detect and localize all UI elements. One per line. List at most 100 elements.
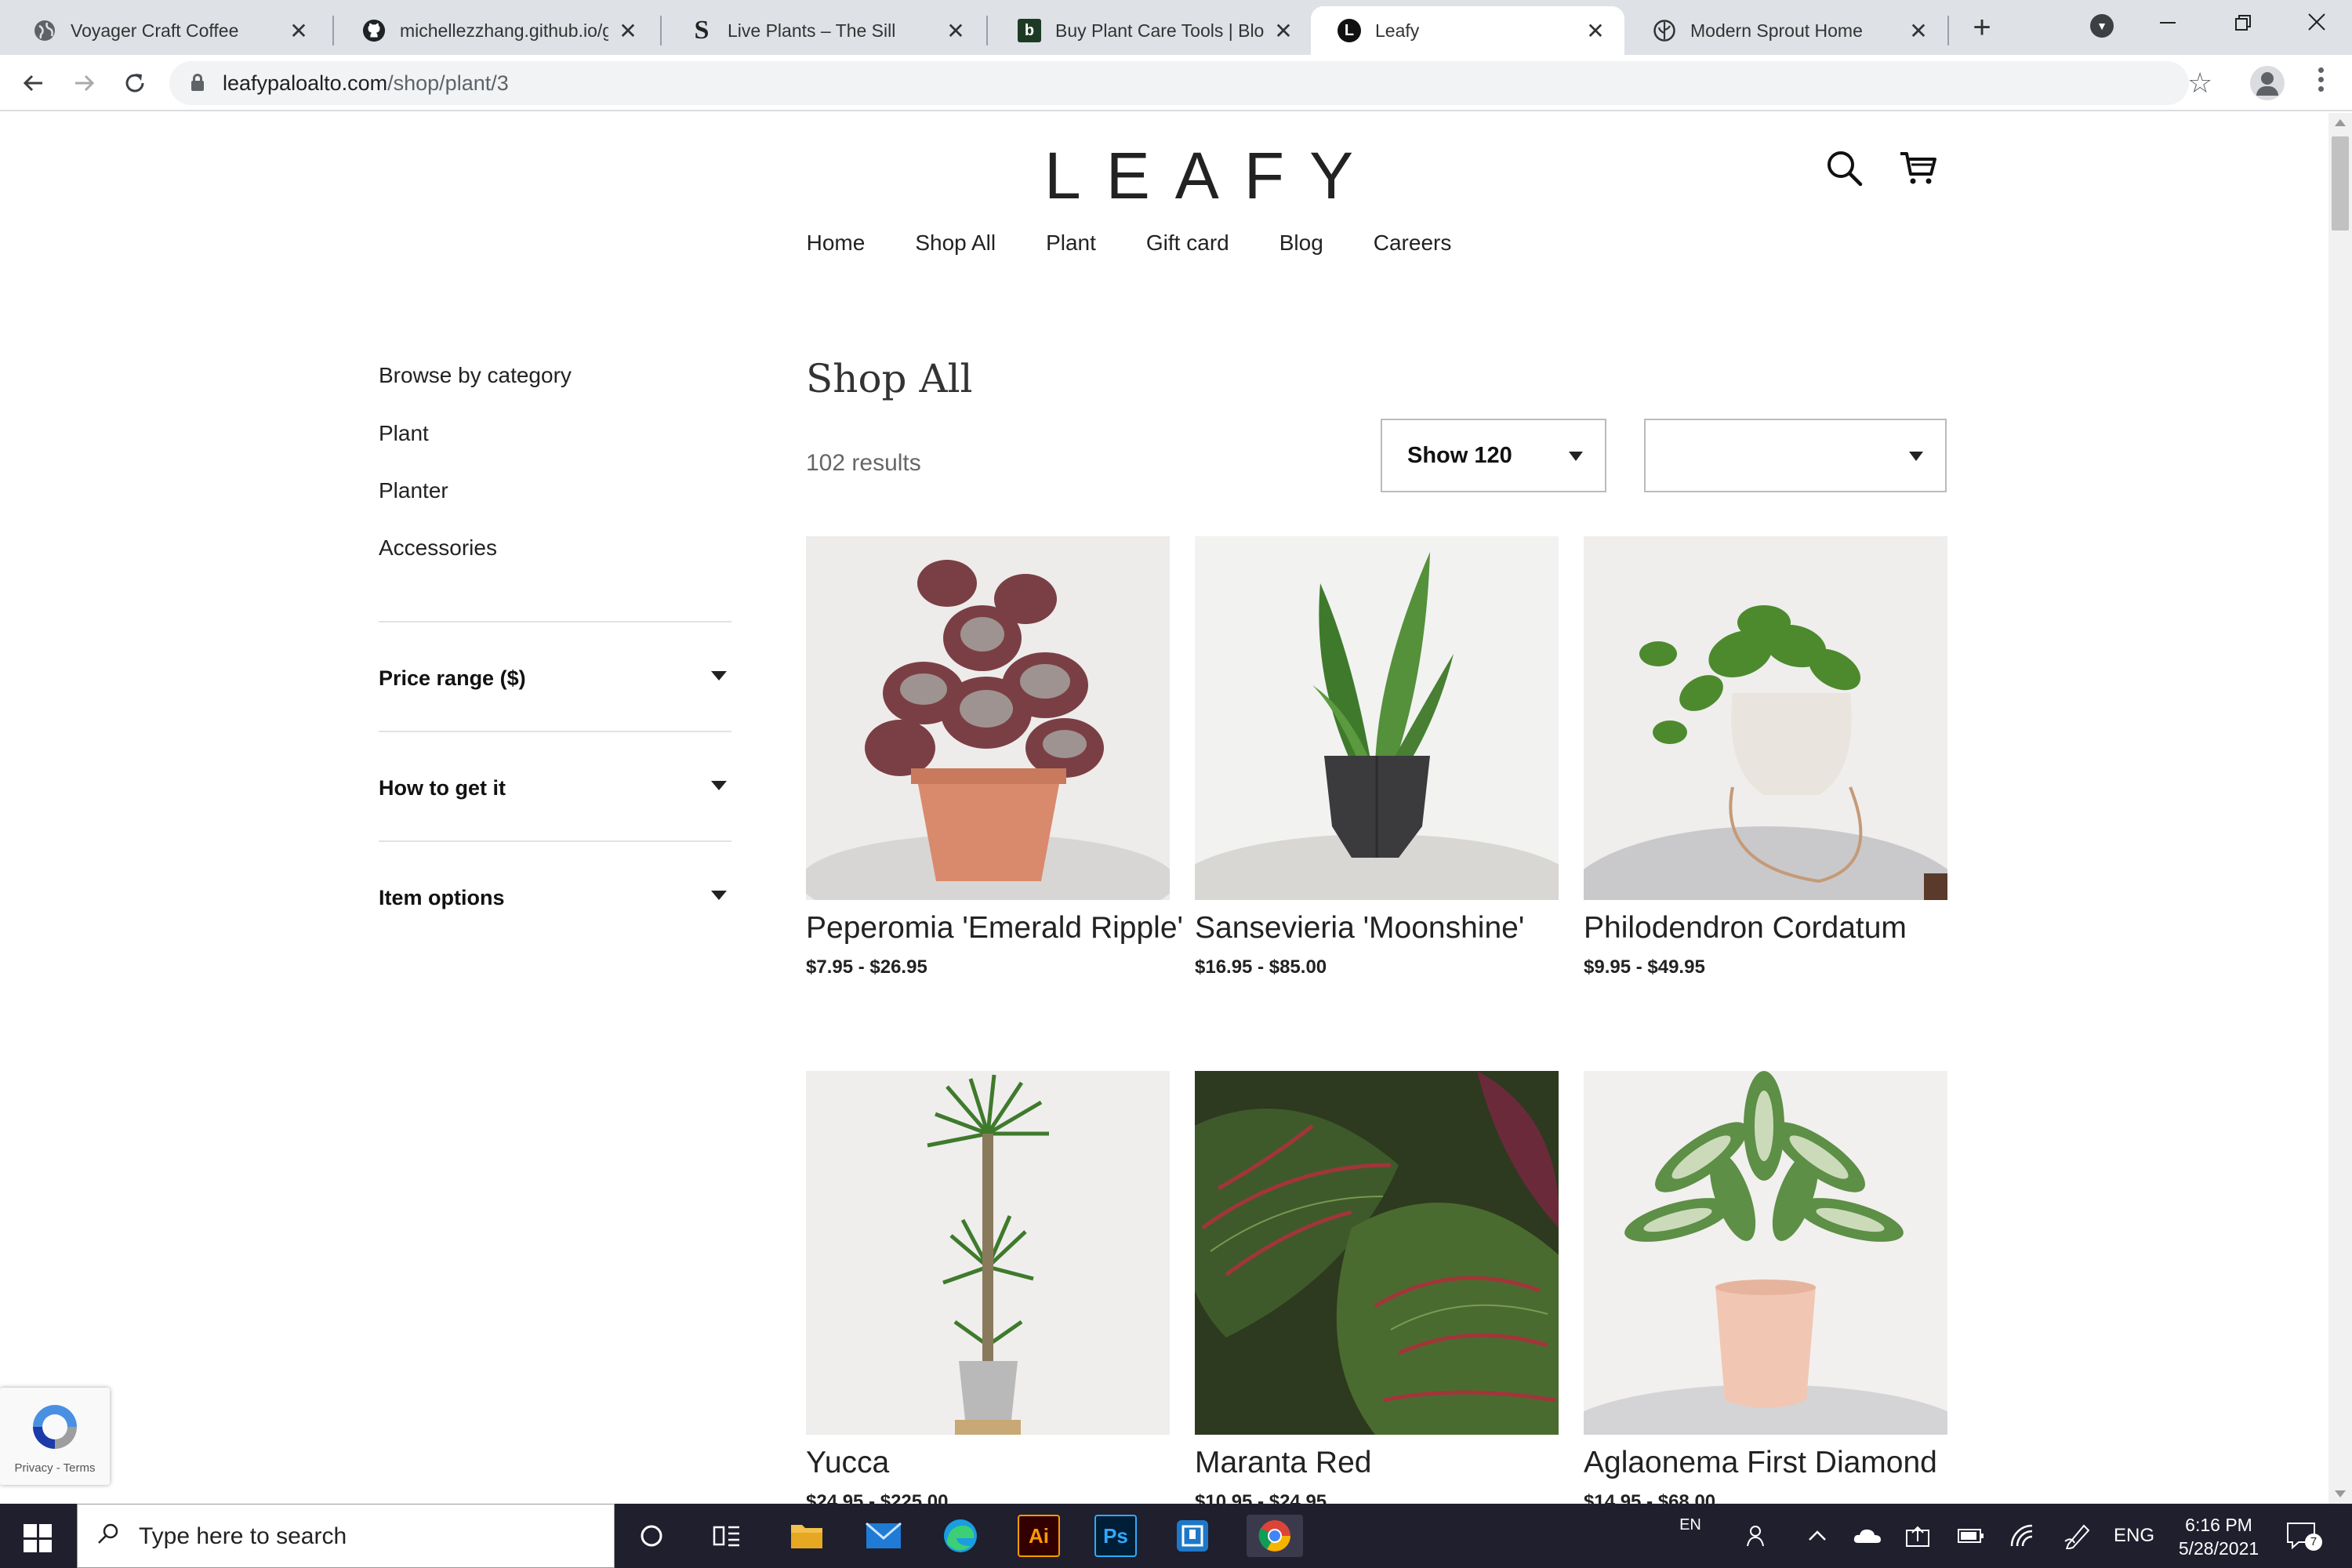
show-count-select[interactable]: Show 120 bbox=[1381, 419, 1606, 492]
onedrive-icon[interactable] bbox=[1852, 1504, 1883, 1568]
cart-icon[interactable] bbox=[1897, 147, 1940, 190]
scroll-down-icon[interactable] bbox=[2335, 1490, 2346, 1497]
product-image[interactable] bbox=[806, 1071, 1170, 1435]
tab-title: Live Plants – The Sill bbox=[728, 20, 896, 41]
clock-date: 5/28/2021 bbox=[2178, 1538, 2259, 1559]
close-icon[interactable]: ✕ bbox=[616, 18, 640, 44]
bloomscape-favicon: b bbox=[1018, 19, 1041, 42]
close-icon[interactable]: ✕ bbox=[287, 18, 310, 44]
product-card[interactable]: Maranta Red $10.95 - $24.95 bbox=[1195, 1071, 1559, 1504]
app-window-icon[interactable] bbox=[1171, 1515, 1214, 1557]
close-icon[interactable]: ✕ bbox=[944, 18, 967, 44]
reload-button[interactable] bbox=[116, 64, 154, 102]
taskbar-search-box[interactable]: Type here to search bbox=[77, 1504, 615, 1568]
product-name[interactable]: Yucca bbox=[806, 1443, 1170, 1483]
product-card[interactable]: Philodendron Cordatum $9.95 - $49.95 bbox=[1584, 536, 1947, 978]
url-text[interactable]: leafypaloalto.com/shop/plant/3 bbox=[223, 61, 509, 105]
input-lang-short[interactable]: EN bbox=[1675, 1493, 1706, 1557]
notifications-icon[interactable]: 7 bbox=[2278, 1504, 2325, 1568]
category-planter[interactable]: Planter bbox=[379, 479, 731, 503]
browser-tab[interactable]: michellezzhang.github.io/g ✕ bbox=[336, 6, 657, 55]
cortana-icon[interactable] bbox=[630, 1515, 673, 1557]
category-accessories[interactable]: Accessories bbox=[379, 536, 731, 560]
chrome-icon[interactable] bbox=[1247, 1515, 1303, 1557]
pen-icon[interactable] bbox=[2060, 1504, 2095, 1568]
menu-kebab-icon[interactable] bbox=[2313, 67, 2328, 99]
site-logo[interactable]: LEAFY bbox=[1019, 136, 1353, 215]
filter-how-to-get-it[interactable]: How to get it bbox=[379, 731, 731, 840]
product-card[interactable]: Peperomia 'Emerald Ripple' $7.95 - $26.9… bbox=[806, 536, 1183, 978]
illustrator-icon[interactable]: Ai bbox=[1018, 1515, 1060, 1557]
back-button[interactable] bbox=[14, 64, 52, 102]
new-tab-button[interactable]: + bbox=[1966, 8, 1998, 47]
product-card[interactable]: Sansevieria 'Moonshine' $16.95 - $85.00 bbox=[1195, 536, 1559, 978]
address-bar[interactable]: leafypaloalto.com/shop/plant/3 bbox=[169, 61, 2189, 105]
close-window-button[interactable] bbox=[2281, 3, 2352, 47]
profile-avatar-icon[interactable] bbox=[2250, 66, 2285, 100]
product-image[interactable] bbox=[1584, 1071, 1947, 1435]
product-name[interactable]: Maranta Red bbox=[1195, 1443, 1559, 1483]
close-icon[interactable]: ✕ bbox=[1272, 18, 1295, 44]
results-count: 102 results bbox=[806, 450, 921, 476]
browser-tab[interactable]: S Live Plants – The Sill ✕ bbox=[663, 6, 985, 55]
battery-icon[interactable] bbox=[1955, 1504, 1987, 1568]
restore-button[interactable] bbox=[2208, 3, 2278, 47]
people-icon[interactable] bbox=[1740, 1504, 1775, 1568]
recaptcha-links[interactable]: Privacy - Terms bbox=[0, 1461, 110, 1475]
product-image[interactable] bbox=[1195, 536, 1559, 900]
browser-tab[interactable]: Voyager Craft Coffee ✕ bbox=[6, 6, 328, 55]
language-indicator[interactable]: ENG bbox=[2109, 1504, 2159, 1568]
system-clock[interactable]: 6:16 PM 5/28/2021 bbox=[2164, 1513, 2274, 1560]
nav-careers[interactable]: Careers bbox=[1374, 230, 1452, 256]
browser-tab-active[interactable]: L Leafy ✕ bbox=[1311, 6, 1624, 55]
product-image[interactable] bbox=[1195, 1071, 1559, 1435]
product-price: $24.95 - $225.00 bbox=[806, 1491, 949, 1504]
product-price: $14.95 - $68.00 bbox=[1584, 1491, 1716, 1504]
close-icon[interactable]: ✕ bbox=[1584, 18, 1607, 44]
filter-item-options[interactable]: Item options bbox=[379, 840, 731, 950]
category-plant[interactable]: Plant bbox=[379, 422, 731, 445]
chevron-up-icon[interactable] bbox=[1803, 1504, 1831, 1568]
product-image[interactable] bbox=[1584, 536, 1947, 900]
browser-tab[interactable]: Modern Sprout Home ✕ bbox=[1626, 6, 1947, 55]
sort-select[interactable] bbox=[1644, 419, 1947, 492]
tab-title: michellezzhang.github.io/g bbox=[400, 20, 608, 41]
edge-icon[interactable] bbox=[939, 1515, 982, 1557]
nav-plant[interactable]: Plant bbox=[1046, 230, 1096, 256]
product-card[interactable]: Yucca $24.95 - $225.00 bbox=[806, 1071, 1170, 1504]
page-scrollbar[interactable] bbox=[2328, 113, 2352, 1504]
bookmark-star-icon[interactable]: ☆ bbox=[2187, 66, 2212, 100]
product-image[interactable] bbox=[806, 536, 1170, 900]
scrollbar-thumb[interactable] bbox=[2332, 136, 2349, 230]
product-name[interactable]: Sansevieria 'Moonshine' bbox=[1195, 908, 1559, 949]
photoshop-icon[interactable]: Ps bbox=[1094, 1515, 1137, 1557]
sidebar-heading: Browse by category bbox=[379, 363, 572, 387]
tab-search-icon[interactable]: ▼ bbox=[2090, 14, 2114, 38]
task-view-icon[interactable] bbox=[706, 1515, 748, 1557]
file-explorer-icon[interactable] bbox=[786, 1515, 828, 1557]
product-name[interactable]: Peperomia 'Emerald Ripple' bbox=[806, 908, 1183, 949]
notification-count: 7 bbox=[2305, 1534, 2322, 1551]
close-icon[interactable]: ✕ bbox=[1907, 18, 1930, 44]
product-name[interactable]: Philodendron Cordatum bbox=[1584, 908, 1947, 949]
browser-tab[interactable]: b Buy Plant Care Tools | Bloo ✕ bbox=[991, 6, 1312, 55]
nav-gift-card[interactable]: Gift card bbox=[1146, 230, 1229, 256]
filter-price-range[interactable]: Price range ($) bbox=[379, 621, 731, 731]
product-card[interactable]: Aglaonema First Diamond $14.95 - $68.00 bbox=[1584, 1071, 1947, 1504]
scroll-up-icon[interactable] bbox=[2335, 119, 2346, 126]
forward-button[interactable] bbox=[66, 64, 103, 102]
browser-toolbar: leafypaloalto.com/shop/plant/3 ☆ bbox=[0, 55, 2352, 111]
minimize-button[interactable] bbox=[2132, 3, 2203, 47]
nav-home[interactable]: Home bbox=[807, 230, 866, 256]
lock-icon[interactable] bbox=[191, 74, 204, 91]
windows-start-icon[interactable] bbox=[24, 1524, 52, 1552]
product-name[interactable]: Aglaonema First Diamond bbox=[1584, 1443, 1947, 1483]
nav-shop-all[interactable]: Shop All bbox=[915, 230, 996, 256]
nav-blog[interactable]: Blog bbox=[1279, 230, 1323, 256]
wifi-icon[interactable] bbox=[2007, 1504, 2038, 1568]
mail-icon[interactable] bbox=[862, 1515, 905, 1557]
search-icon[interactable] bbox=[1824, 147, 1866, 190]
browser-tab-strip: Voyager Craft Coffee ✕ michellezzhang.gi… bbox=[0, 0, 2352, 55]
upload-tray-icon[interactable] bbox=[1902, 1504, 1933, 1568]
recaptcha-badge[interactable]: Privacy - Terms bbox=[0, 1388, 110, 1485]
